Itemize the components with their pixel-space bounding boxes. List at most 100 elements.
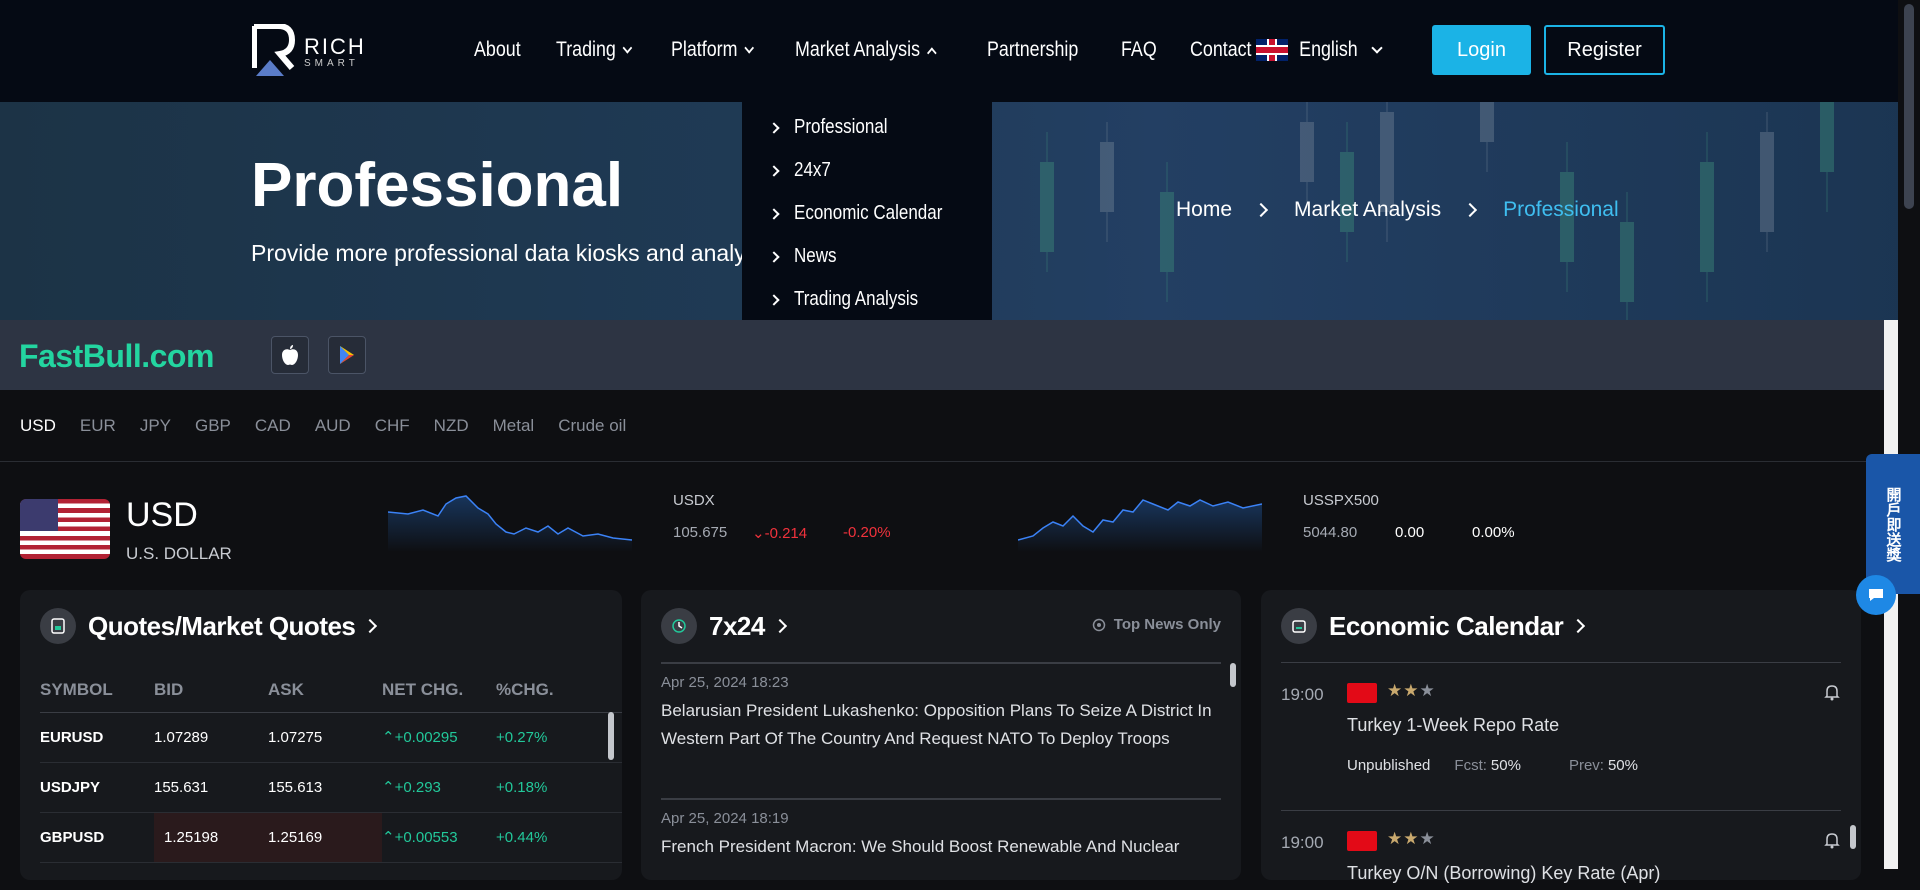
chevron-up-icon — [926, 46, 937, 59]
currency-tabs: USD EUR JPY GBP CAD AUD CHF NZD Metal Cr… — [0, 390, 1884, 462]
tab-gbp[interactable]: GBP — [195, 416, 231, 436]
bell-icon[interactable] — [1823, 831, 1841, 849]
tab-usd[interactable]: USD — [20, 416, 56, 436]
logo-mark-icon — [251, 23, 296, 78]
top-news-label: Top News Only — [1113, 616, 1221, 633]
usdx-value: 105.675 — [673, 524, 728, 541]
dropdown-item-news[interactable]: News — [742, 235, 992, 278]
news-item[interactable]: Apr 25, 2024 18:23 Belarusian President … — [661, 662, 1221, 753]
page-scrollbar-thumb[interactable] — [1904, 4, 1914, 209]
quotes-panel-header[interactable]: Quotes/Market Quotes — [40, 608, 378, 644]
table-row[interactable]: GBPUSD 1.25198 1.25169 ⌃+0.00553 +0.44% — [40, 812, 622, 863]
bid-cell: 1.07289 — [154, 712, 268, 763]
dropdown-item-economic-calendar[interactable]: Economic Calendar — [742, 192, 992, 235]
symbol-cell: GBPUSD — [40, 812, 154, 863]
usdx-change-value: -0.214 — [764, 525, 808, 542]
google-play-button[interactable] — [328, 336, 366, 374]
net-change-value: +0.00553 — [394, 829, 458, 846]
nav-trading[interactable]: Trading — [555, 38, 633, 62]
login-button[interactable]: Login — [1432, 25, 1531, 75]
calendar-event[interactable]: 19:00 ★★★ Turkey O/N (Borrowing) Key Rat… — [1281, 810, 1841, 890]
chevron-right-icon — [772, 618, 787, 634]
calendar-panel-header[interactable]: Economic Calendar — [1281, 608, 1586, 644]
nav-contact[interactable]: Contact — [1190, 38, 1252, 62]
clock-icon — [661, 608, 697, 644]
pct-change-cell: +0.18% — [496, 762, 622, 813]
tab-jpy[interactable]: JPY — [140, 416, 171, 436]
promo-side-tab[interactable]: 開戶即送獎 — [1866, 454, 1920, 594]
chevron-down-icon — [1371, 41, 1383, 54]
event-status: Unpublished — [1347, 757, 1431, 774]
nav-partnership[interactable]: Partnership — [987, 38, 1078, 62]
net-change-value: +0.00295 — [394, 729, 458, 746]
us-flag-icon — [20, 499, 110, 559]
tab-aud[interactable]: AUD — [315, 416, 351, 436]
dropdown-item-professional[interactable]: Professional — [742, 106, 992, 149]
usdx-change: ⌄-0.214 — [752, 525, 808, 542]
breadcrumb-market-analysis[interactable]: Market Analysis — [1294, 198, 1441, 222]
top-navigation-bar: RICH SMART About Trading Platform Market… — [0, 0, 1920, 102]
news-item[interactable]: Apr 25, 2024 18:19 French President Macr… — [661, 798, 1221, 861]
event-title: Turkey 1-Week Repo Rate — [1347, 715, 1560, 735]
event-previous: Prev: 50% — [1569, 757, 1662, 774]
tab-chf[interactable]: CHF — [375, 416, 410, 436]
currency-overview: USD U.S. DOLLAR USDX 105.675 ⌄-0.214 -0.… — [0, 462, 1884, 582]
currency-code: USD — [126, 496, 198, 534]
tab-cad[interactable]: CAD — [255, 416, 291, 436]
calendar-event[interactable]: 19:00 ★★★ Turkey 1-Week Repo Rate Unpubl… — [1281, 662, 1841, 810]
event-title: Turkey O/N (Borrowing) Key Rate (Apr) — [1347, 863, 1661, 883]
fastbull-header: FastBull.com — [0, 320, 1884, 390]
language-selector[interactable]: English — [1256, 38, 1383, 62]
tab-eur[interactable]: EUR — [80, 416, 116, 436]
apple-store-button[interactable] — [271, 336, 309, 374]
nav-about[interactable]: About — [474, 38, 521, 62]
calendar-scrollbar[interactable] — [1850, 825, 1856, 849]
column-header-bid: BID — [154, 668, 268, 713]
previous-label: Prev: — [1568, 757, 1604, 774]
chevron-right-icon — [1253, 202, 1269, 218]
nav-faq[interactable]: FAQ — [1121, 38, 1157, 62]
page-title: Professional — [251, 151, 624, 220]
quotes-scrollbar[interactable] — [608, 712, 614, 760]
quotes-panel-title: Quotes/Market Quotes — [88, 610, 356, 641]
chat-button[interactable] — [1856, 575, 1896, 615]
news-scrollbar[interactable] — [1230, 663, 1236, 687]
calendar-panel-title: Economic Calendar — [1329, 610, 1564, 641]
usdx-pct: -0.20% — [843, 524, 891, 541]
language-label: English — [1299, 38, 1358, 61]
breadcrumb-home[interactable]: Home — [1176, 198, 1232, 222]
dropdown-item-label: Professional — [794, 116, 888, 138]
table-row[interactable]: USDJPY 155.631 155.613 ⌃+0.293 +0.18% — [40, 762, 622, 813]
bid-cell: 155.631 — [154, 762, 268, 813]
dropdown-item-trading-analysis[interactable]: Trading Analysis — [742, 278, 992, 321]
pct-change-cell: +0.27% — [496, 712, 622, 763]
dropdown-item-label: Economic Calendar — [794, 202, 943, 224]
news-panel-header[interactable]: 7x24 — [661, 608, 787, 644]
nav-partnership-label: Partnership — [986, 38, 1078, 61]
net-change-cell: ⌃+0.00295 — [382, 712, 496, 763]
breadcrumb-current: Professional — [1503, 198, 1619, 221]
symbol-cell: USDJPY — [40, 762, 154, 813]
table-row[interactable]: EURUSD 1.07289 1.07275 ⌃+0.00295 +0.27% — [40, 712, 622, 763]
register-button[interactable]: Register — [1544, 25, 1665, 75]
market-analysis-dropdown: Professional 24x7 Economic Calendar News… — [742, 102, 992, 326]
nav-market-analysis[interactable]: Market Analysis — [794, 38, 937, 62]
tab-metal[interactable]: Metal — [493, 416, 535, 436]
top-news-filter[interactable]: Top News Only — [1092, 616, 1221, 633]
news-panel: 7x24 Top News Only Apr 25, 2024 18:23 Be… — [641, 590, 1241, 880]
nav-contact-label: Contact — [1189, 38, 1252, 61]
fastbull-logo[interactable]: FastBull.com — [19, 338, 214, 375]
chevron-right-icon — [768, 293, 780, 306]
nav-trading-label: Trading — [555, 38, 616, 61]
dropdown-item-24x7[interactable]: 24x7 — [742, 149, 992, 192]
nav-market-analysis-label: Market Analysis — [794, 38, 920, 61]
logo[interactable]: RICH SMART — [251, 23, 372, 78]
tab-nzd[interactable]: NZD — [434, 416, 469, 436]
column-header-pct-change: %CHG. — [496, 668, 622, 713]
chevron-right-icon — [1571, 618, 1586, 634]
tab-crude-oil[interactable]: Crude oil — [558, 416, 626, 436]
nav-platform[interactable]: Platform — [671, 38, 755, 62]
net-change-cell: ⌃+0.00553 — [382, 812, 496, 863]
column-header-ask: ASK — [268, 668, 382, 713]
bell-icon[interactable] — [1823, 683, 1841, 701]
